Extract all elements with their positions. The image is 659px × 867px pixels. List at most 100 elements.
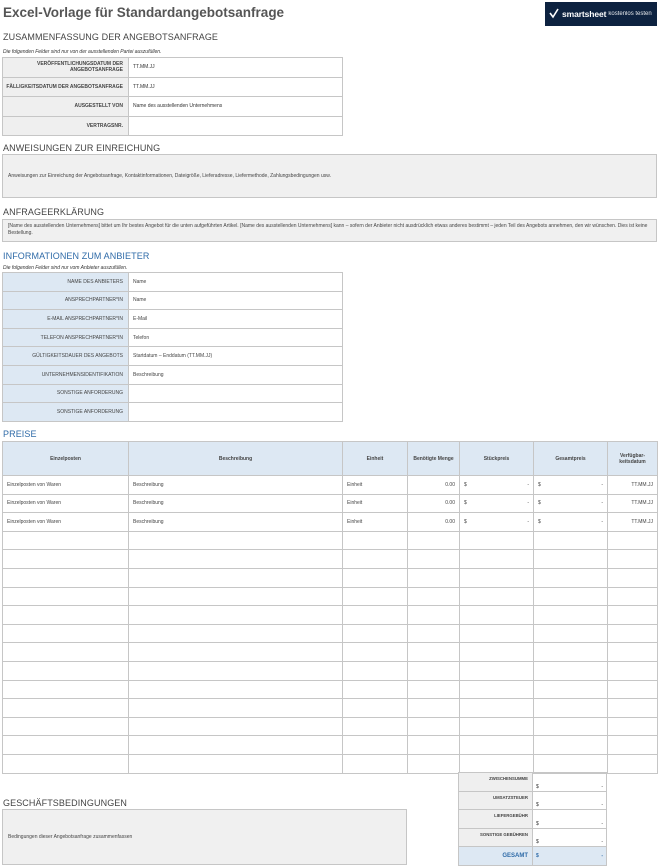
empty-cell[interactable] bbox=[342, 753, 408, 774]
empty-cell[interactable] bbox=[407, 549, 460, 569]
totals-value-cell[interactable]: $ - bbox=[532, 809, 607, 829]
unit-cell[interactable]: Einheit bbox=[342, 475, 408, 495]
empty-cell[interactable] bbox=[2, 623, 129, 644]
empty-cell[interactable] bbox=[128, 642, 343, 662]
empty-cell[interactable] bbox=[128, 549, 343, 569]
empty-cell[interactable] bbox=[128, 623, 343, 644]
empty-cell[interactable] bbox=[607, 698, 658, 718]
item-cell[interactable]: Einzelposten von Waren bbox=[2, 493, 129, 514]
vendor-value[interactable]: Name bbox=[128, 272, 343, 292]
empty-cell[interactable] bbox=[407, 586, 460, 607]
vendor-value[interactable]: Beschreibung bbox=[128, 364, 343, 385]
empty-cell[interactable] bbox=[607, 530, 658, 551]
empty-cell[interactable] bbox=[2, 605, 129, 625]
empty-cell[interactable] bbox=[459, 549, 534, 569]
summary-value[interactable] bbox=[128, 115, 343, 136]
empty-cell[interactable] bbox=[2, 753, 129, 774]
empty-cell[interactable] bbox=[128, 586, 343, 607]
empty-cell[interactable] bbox=[459, 679, 534, 700]
empty-cell[interactable] bbox=[459, 567, 534, 588]
empty-cell[interactable] bbox=[407, 753, 460, 774]
empty-cell[interactable] bbox=[607, 679, 658, 700]
total-price-cell[interactable]: $ - bbox=[533, 493, 608, 514]
empty-cell[interactable] bbox=[533, 660, 608, 681]
empty-cell[interactable] bbox=[342, 586, 408, 607]
unit-price-cell[interactable]: $ - bbox=[459, 475, 534, 495]
empty-cell[interactable] bbox=[533, 716, 608, 737]
empty-cell[interactable] bbox=[128, 567, 343, 588]
empty-cell[interactable] bbox=[407, 679, 460, 700]
empty-cell[interactable] bbox=[342, 623, 408, 644]
empty-cell[interactable] bbox=[128, 753, 343, 774]
unit-price-cell[interactable]: $ - bbox=[459, 512, 534, 532]
empty-cell[interactable] bbox=[2, 642, 129, 662]
empty-cell[interactable] bbox=[459, 660, 534, 681]
empty-cell[interactable] bbox=[342, 530, 408, 551]
empty-cell[interactable] bbox=[407, 716, 460, 737]
empty-cell[interactable] bbox=[2, 698, 129, 718]
empty-cell[interactable] bbox=[342, 642, 408, 662]
total-price-cell[interactable]: $ - bbox=[533, 512, 608, 532]
empty-cell[interactable] bbox=[459, 623, 534, 644]
empty-cell[interactable] bbox=[342, 605, 408, 625]
empty-cell[interactable] bbox=[2, 660, 129, 681]
empty-cell[interactable] bbox=[459, 642, 534, 662]
description-cell[interactable]: Beschreibung bbox=[128, 475, 343, 495]
empty-cell[interactable] bbox=[459, 605, 534, 625]
quantity-cell[interactable]: 0.00 bbox=[407, 493, 460, 514]
empty-cell[interactable] bbox=[533, 698, 608, 718]
empty-cell[interactable] bbox=[607, 567, 658, 588]
empty-cell[interactable] bbox=[128, 530, 343, 551]
empty-cell[interactable] bbox=[407, 605, 460, 625]
empty-cell[interactable] bbox=[607, 716, 658, 737]
empty-cell[interactable] bbox=[407, 642, 460, 662]
empty-cell[interactable] bbox=[407, 530, 460, 551]
empty-cell[interactable] bbox=[2, 549, 129, 569]
total-price-cell[interactable]: $ - bbox=[533, 475, 608, 495]
description-cell[interactable]: Beschreibung bbox=[128, 512, 343, 532]
empty-cell[interactable] bbox=[459, 753, 534, 774]
empty-cell[interactable] bbox=[607, 549, 658, 569]
empty-cell[interactable] bbox=[607, 586, 658, 607]
vendor-value[interactable] bbox=[128, 383, 343, 404]
empty-cell[interactable] bbox=[128, 660, 343, 681]
empty-cell[interactable] bbox=[607, 605, 658, 625]
availability-date-cell[interactable]: TT.MM.JJ bbox=[607, 493, 658, 514]
empty-cell[interactable] bbox=[342, 567, 408, 588]
empty-cell[interactable] bbox=[607, 642, 658, 662]
unit-cell[interactable]: Einheit bbox=[342, 493, 408, 514]
item-cell[interactable]: Einzelposten von Waren bbox=[2, 512, 129, 532]
item-cell[interactable]: Einzelposten von Waren bbox=[2, 475, 129, 495]
empty-cell[interactable] bbox=[459, 735, 534, 755]
empty-cell[interactable] bbox=[407, 623, 460, 644]
empty-cell[interactable] bbox=[342, 716, 408, 737]
totals-value-cell[interactable]: $ - bbox=[532, 827, 607, 848]
availability-date-cell[interactable]: TT.MM.JJ bbox=[607, 512, 658, 532]
quantity-cell[interactable]: 0.00 bbox=[407, 475, 460, 495]
empty-cell[interactable] bbox=[607, 660, 658, 681]
empty-cell[interactable] bbox=[533, 753, 608, 774]
empty-cell[interactable] bbox=[2, 716, 129, 737]
empty-cell[interactable] bbox=[607, 735, 658, 755]
empty-cell[interactable] bbox=[533, 642, 608, 662]
empty-cell[interactable] bbox=[459, 586, 534, 607]
empty-cell[interactable] bbox=[128, 735, 343, 755]
quantity-cell[interactable]: 0.00 bbox=[407, 512, 460, 532]
vendor-value[interactable]: Name bbox=[128, 290, 343, 311]
unit-cell[interactable]: Einheit bbox=[342, 512, 408, 532]
summary-value[interactable]: Name des ausstellenden Unternehmens bbox=[128, 96, 343, 117]
empty-cell[interactable] bbox=[533, 679, 608, 700]
vendor-value[interactable] bbox=[128, 402, 343, 422]
smartsheet-logo[interactable]: smartsheet kostenlos testen bbox=[545, 2, 657, 26]
empty-cell[interactable] bbox=[459, 698, 534, 718]
empty-cell[interactable] bbox=[407, 735, 460, 755]
empty-cell[interactable] bbox=[128, 679, 343, 700]
empty-cell[interactable] bbox=[128, 698, 343, 718]
empty-cell[interactable] bbox=[342, 679, 408, 700]
empty-cell[interactable] bbox=[533, 735, 608, 755]
empty-cell[interactable] bbox=[533, 549, 608, 569]
empty-cell[interactable] bbox=[459, 716, 534, 737]
terms-box[interactable]: Bedingungen dieser Angebotsanfrage zusam… bbox=[2, 809, 407, 865]
empty-cell[interactable] bbox=[342, 549, 408, 569]
empty-cell[interactable] bbox=[607, 753, 658, 774]
